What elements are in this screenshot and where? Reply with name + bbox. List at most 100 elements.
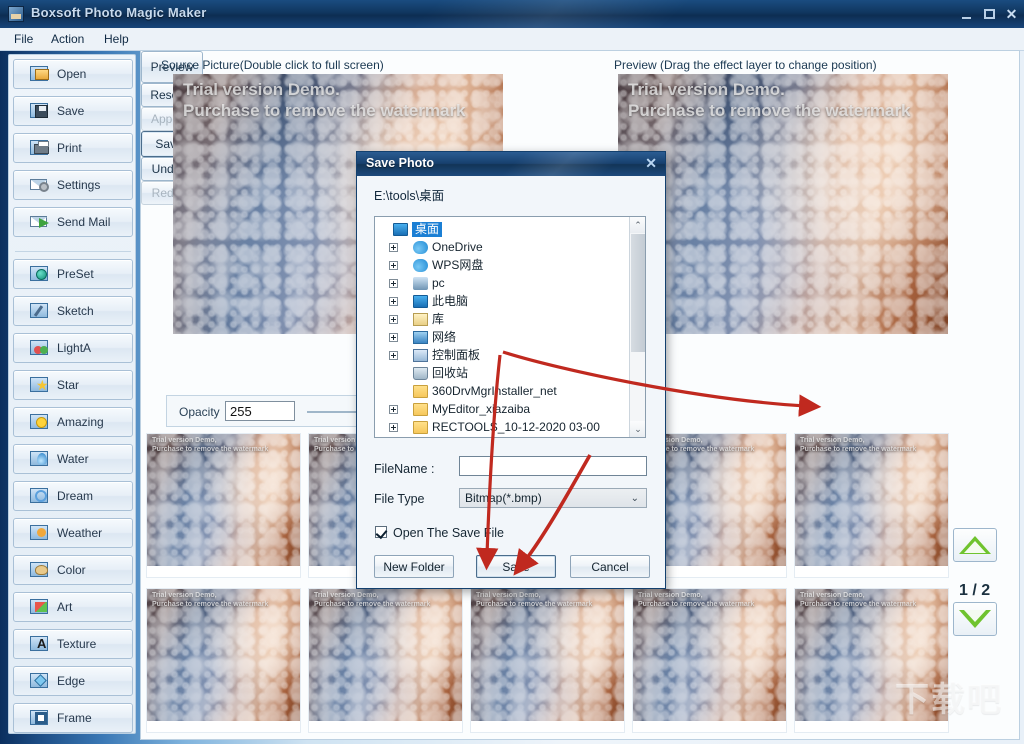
folder-tree[interactable]: 桌面 OneDrive WPS网盘 pc 此电脑 库 网络 控制面板 回收站 3…	[374, 216, 646, 438]
expander-icon[interactable]	[389, 279, 398, 288]
chevron-up-icon	[959, 536, 991, 554]
tree-item-folder-3[interactable]: RECTOOLS_10-12-2020 03-00	[389, 419, 600, 436]
tree-item-folder-1[interactable]: 360DrvMgrInstaller_net	[389, 383, 557, 400]
dialog-title: Save Photo	[366, 156, 435, 170]
frame-button-label: Frame	[57, 711, 92, 725]
menu-bar: File Action Help	[0, 28, 1024, 51]
expander-icon[interactable]	[389, 243, 398, 252]
menu-item-action[interactable]: Action	[45, 32, 90, 46]
list-item[interactable]: Trial version Demo,Purchase to remove th…	[308, 588, 463, 733]
water-button[interactable]: Water	[13, 444, 133, 474]
toolbar-divider	[15, 251, 131, 252]
filetype-label: File Type	[374, 492, 425, 506]
tree-scrollbar[interactable]: ⌃ ⌄	[629, 217, 645, 437]
new-folder-button-label: New Folder	[383, 559, 445, 574]
color-button-label: Color	[57, 563, 86, 577]
tree-item-network[interactable]: 网络	[389, 329, 456, 346]
tree-item-folder-4[interactable]: Windows10yizheng	[389, 437, 535, 438]
tree-item-this-pc[interactable]: 此电脑	[389, 293, 468, 310]
dialog-cancel-button[interactable]: Cancel	[570, 555, 650, 578]
title-bar-sheen	[229, 0, 871, 28]
tree-item-wps-drive[interactable]: WPS网盘	[389, 257, 483, 274]
dialog-save-button[interactable]: Save	[476, 555, 556, 578]
monitor-icon	[413, 295, 428, 308]
lighta-button[interactable]: LightA	[13, 333, 133, 363]
tree-item-desktop[interactable]: 桌面	[381, 221, 443, 238]
list-item[interactable]: Trial version Demo,Purchase to remove th…	[470, 588, 625, 733]
art-button[interactable]: Art	[13, 592, 133, 622]
list-item[interactable]: Trial version Demo,Purchase to remove th…	[146, 588, 301, 733]
save-button[interactable]: Save	[13, 96, 133, 126]
frame-button[interactable]: Frame	[13, 703, 133, 733]
open-save-file-checkbox[interactable]	[375, 526, 387, 538]
lighta-button-label: LightA	[57, 341, 92, 355]
weather-button-label: Weather	[57, 526, 103, 540]
edge-button-label: Edge	[57, 674, 86, 688]
opacity-label: Opacity	[179, 405, 220, 419]
minimize-button[interactable]	[961, 8, 974, 21]
dialog-title-sheen	[431, 152, 665, 176]
open-button-label: Open	[57, 67, 87, 81]
dialog-close-icon[interactable]: ✕	[645, 155, 657, 172]
list-item[interactable]: Trial version Demo,Purchase to remove th…	[794, 588, 949, 733]
sketch-button[interactable]: Sketch	[13, 296, 133, 326]
settings-button[interactable]: Settings	[13, 170, 133, 200]
source-picture-label: Source Picture(Double click to full scre…	[161, 58, 384, 72]
new-folder-button[interactable]: New Folder	[374, 555, 454, 578]
chevron-down-icon	[959, 610, 991, 628]
tree-item-recycle-bin[interactable]: 回收站	[389, 365, 468, 382]
list-item[interactable]: Trial version Demo,Purchase to remove th…	[794, 433, 949, 578]
page-down-button[interactable]	[953, 602, 997, 636]
opacity-input[interactable]	[225, 401, 295, 421]
art-icon	[30, 598, 50, 616]
amazing-button[interactable]: Amazing	[13, 407, 133, 437]
app-icon	[8, 6, 24, 22]
scroll-down-icon[interactable]: ⌄	[630, 421, 645, 437]
expander-icon[interactable]	[389, 405, 398, 414]
printer-icon	[30, 139, 50, 157]
expander-icon[interactable]	[389, 297, 398, 306]
open-button[interactable]: Open	[13, 59, 133, 89]
weather-button[interactable]: Weather	[13, 518, 133, 548]
expander-icon	[389, 387, 398, 396]
tree-item-control-panel[interactable]: 控制面板	[389, 347, 480, 364]
menu-item-help[interactable]: Help	[98, 32, 135, 46]
expander-icon[interactable]	[389, 423, 398, 432]
scrollbar-thumb[interactable]	[631, 234, 645, 352]
maximize-button[interactable]	[983, 8, 996, 21]
tree-item-onedrive[interactable]: OneDrive	[389, 239, 483, 256]
scroll-up-icon[interactable]: ⌃	[630, 217, 645, 233]
send-mail-button[interactable]: Send Mail	[13, 207, 133, 237]
close-icon[interactable]: ✕	[1005, 7, 1018, 21]
dialog-cancel-button-label: Cancel	[591, 559, 629, 574]
preset-button[interactable]: PreSet	[13, 259, 133, 289]
list-item[interactable]: Trial version Demo,Purchase to remove th…	[632, 588, 787, 733]
filetype-select[interactable]: Bitmap(*.bmp) ⌄	[459, 488, 647, 508]
expander-icon[interactable]	[389, 315, 398, 324]
list-item[interactable]: Trial version Demo,Purchase to remove th…	[146, 433, 301, 578]
expander-icon[interactable]	[389, 261, 398, 270]
control-panel-icon	[413, 349, 428, 362]
color-button[interactable]: Color	[13, 555, 133, 585]
expander-icon	[389, 369, 398, 378]
sketch-pen-icon	[30, 302, 50, 320]
print-button[interactable]: Print	[13, 133, 133, 163]
texture-button[interactable]: A Texture	[13, 629, 133, 659]
filename-input[interactable]	[459, 456, 647, 476]
person-icon	[413, 277, 428, 290]
dream-button[interactable]: Dream	[13, 481, 133, 511]
tree-item-libraries[interactable]: 库	[389, 311, 444, 328]
star-button[interactable]: ★ Star	[13, 370, 133, 400]
preview-picture-label: Preview (Drag the effect layer to change…	[614, 58, 877, 72]
page-up-button[interactable]	[953, 528, 997, 562]
preview-picture[interactable]: Trial version Demo. Purchase to remove t…	[618, 74, 948, 334]
tree-item-folder-2[interactable]: MyEditor_xiazaiba	[389, 401, 530, 418]
expander-icon[interactable]	[389, 351, 398, 360]
recycle-bin-icon	[413, 367, 428, 380]
tree-item-pc[interactable]: pc	[389, 275, 445, 292]
app-window: Boxsoft Photo Magic Maker ✕ File Action …	[0, 0, 1024, 744]
edge-button[interactable]: Edge	[13, 666, 133, 696]
menu-item-file[interactable]: File	[8, 32, 39, 46]
amazing-smiley-icon	[30, 413, 50, 431]
expander-icon[interactable]	[389, 333, 398, 342]
